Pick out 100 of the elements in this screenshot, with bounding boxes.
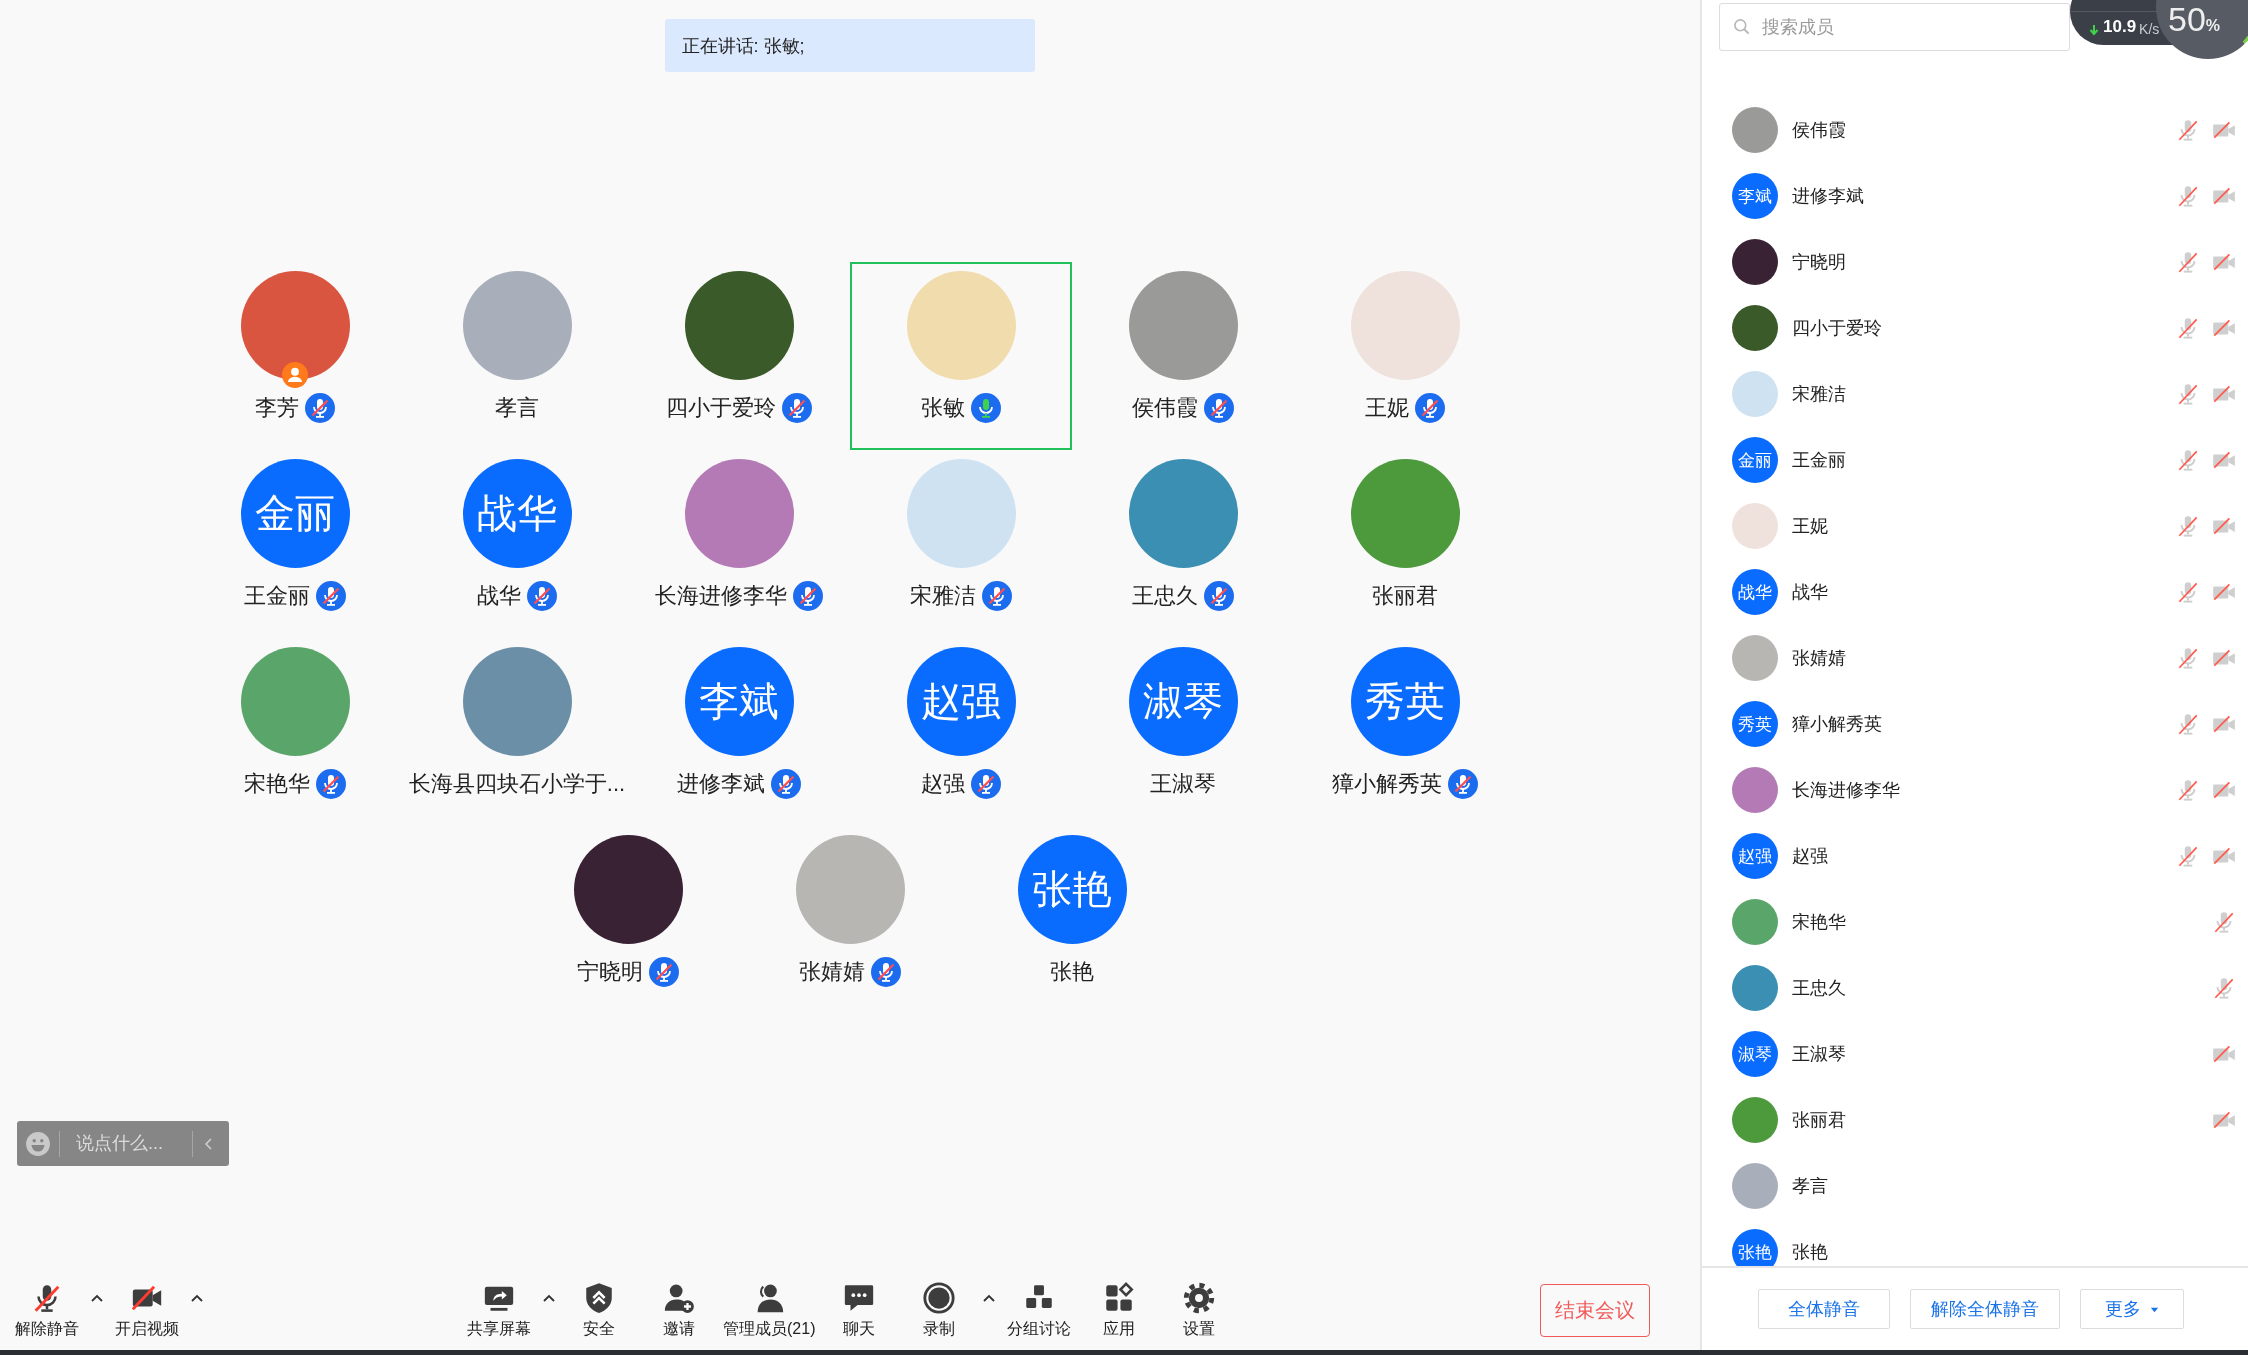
toolbar-button[interactable]: 分组讨论 — [999, 1280, 1080, 1340]
member-name: 四小于爱玲 — [1792, 317, 1883, 340]
participant-name: 獐小解秀英 — [1332, 770, 1442, 798]
avatar-initials: 战华 — [1732, 569, 1778, 615]
participant-tile[interactable]: 宁晓明 — [517, 826, 739, 1014]
member-row[interactable]: 赵强 赵强 — [1702, 823, 2248, 889]
member-row[interactable]: 张艳 张艳 — [1702, 1219, 2248, 1266]
participant-tile[interactable]: 王忠久 — [1072, 450, 1294, 638]
participant-tile[interactable]: 金丽 王金丽 — [184, 450, 406, 638]
member-row[interactable]: 孝言 — [1702, 1153, 2248, 1219]
participant-tile[interactable]: 宋雅洁 — [850, 450, 1072, 638]
participant-name: 王妮 — [1365, 394, 1409, 422]
usage-percent: 50 — [2168, 0, 2206, 39]
member-row[interactable]: 李斌 进修李斌 — [1702, 163, 2248, 229]
participant-name: 宁晓明 — [577, 958, 643, 986]
toolbar-button[interactable]: 邀请 — [639, 1280, 719, 1340]
participant-name: 王忠久 — [1132, 582, 1198, 610]
participant-tile[interactable]: 长海县四块石小学于... — [406, 638, 628, 826]
chat-input[interactable]: 说点什么... — [68, 1133, 184, 1154]
avatar-initials: 赵强 — [1732, 833, 1778, 879]
participant-tile[interactable]: 李芳 — [184, 262, 406, 450]
participant-tile[interactable]: 李斌 进修李斌 — [628, 638, 850, 826]
participant-name: 长海县四块石小学于... — [408, 770, 626, 798]
participant-tile[interactable]: 秀英 獐小解秀英 — [1294, 638, 1516, 826]
participant-tile[interactable]: 侯伟霞 — [1072, 262, 1294, 450]
gear-icon — [1182, 1280, 1217, 1315]
member-row[interactable]: 宁晓明 — [1702, 229, 2248, 295]
member-row[interactable]: 长海进修李华 — [1702, 757, 2248, 823]
participant-name: 侯伟霞 — [1132, 394, 1198, 422]
member-name: 宁晓明 — [1792, 251, 1847, 274]
member-name: 赵强 — [1792, 845, 1829, 868]
member-row[interactable]: 王忠久 — [1702, 955, 2248, 1021]
participant-name: 宋雅洁 — [910, 582, 976, 610]
member-row[interactable]: 淑琴 王淑琴 — [1702, 1021, 2248, 1087]
participant-tile[interactable]: 孝言 — [406, 262, 628, 450]
avatar-initials: 淑琴 — [1128, 647, 1238, 756]
footer-button[interactable]: 全体静音 — [1758, 1289, 1890, 1329]
footer-button[interactable]: 解除全体静音 — [1910, 1289, 2060, 1329]
search-icon — [1732, 17, 1752, 37]
speed-unit: K/s — [2139, 21, 2160, 37]
participant-name: 王淑琴 — [1150, 770, 1216, 798]
member-row[interactable]: 秀英 獐小解秀英 — [1702, 691, 2248, 757]
down-arrow-icon — [2088, 23, 2100, 37]
participant-tile[interactable]: 张丽君 — [1294, 450, 1516, 638]
toolbar-button[interactable]: 解除静音 — [7, 1280, 87, 1340]
participant-tile[interactable]: 张敏 — [850, 262, 1072, 450]
member-row[interactable]: 张婧婧 — [1702, 625, 2248, 691]
member-name: 战华 — [1792, 581, 1829, 604]
member-row[interactable]: 金丽 王金丽 — [1702, 427, 2248, 493]
toolbar-button[interactable]: 管理成员(21) — [719, 1280, 820, 1340]
participant-name: 张艳 — [1050, 958, 1094, 986]
member-row[interactable]: 四小于爱玲 — [1702, 295, 2248, 361]
member-row[interactable]: 张丽君 — [1702, 1087, 2248, 1153]
member-name: 獐小解秀英 — [1792, 713, 1883, 736]
toolbar-button[interactable]: 开启视频 — [107, 1280, 187, 1340]
avatar-initials: 张艳 — [1017, 835, 1127, 944]
participant-tile[interactable]: 战华 战华 — [406, 450, 628, 638]
member-name: 张艳 — [1792, 1241, 1829, 1264]
member-row[interactable]: 宋艳华 — [1702, 889, 2248, 955]
toolbar-button[interactable]: 应用 — [1079, 1280, 1160, 1340]
member-name: 进修李斌 — [1792, 185, 1865, 208]
member-name: 宋雅洁 — [1792, 383, 1847, 406]
toolbar-button[interactable]: 共享屏幕 — [459, 1280, 539, 1340]
toolbar-button[interactable]: 设置 — [1159, 1280, 1240, 1340]
toolbar-button[interactable]: 聊天 — [819, 1280, 900, 1340]
participant-name: 宋艳华 — [244, 770, 310, 798]
avatar-initials: 淑琴 — [1732, 1031, 1778, 1077]
participant-tile[interactable]: 张婧婧 — [739, 826, 961, 1014]
member-row[interactable]: 宋雅洁 — [1702, 361, 2248, 427]
member-name: 张丽君 — [1792, 1109, 1847, 1132]
toolbar-button[interactable]: 安全 — [559, 1280, 639, 1340]
participant-name: 王金丽 — [244, 582, 310, 610]
avatar-initials: 金丽 — [240, 459, 350, 568]
participant-name: 张丽君 — [1372, 582, 1438, 610]
participant-name: 李芳 — [255, 394, 299, 422]
avatar-initials: 张艳 — [1732, 1229, 1778, 1266]
member-row[interactable]: 侯伟霞 — [1702, 97, 2248, 163]
participant-tile[interactable]: 淑琴 王淑琴 — [1072, 638, 1294, 826]
participant-tile[interactable]: 宋艳华 — [184, 638, 406, 826]
avatar-initials: 秀英 — [1732, 701, 1778, 747]
toolbar-button[interactable]: 录制 — [899, 1280, 980, 1340]
member-row[interactable]: 战华 战华 — [1702, 559, 2248, 625]
avatar-initials: 秀英 — [1350, 647, 1460, 756]
participant-tile[interactable]: 赵强 赵强 — [850, 638, 1072, 826]
member-name: 王金丽 — [1792, 449, 1847, 472]
participant-tile[interactable]: 张艳 张艳 — [961, 826, 1183, 1014]
participant-tile[interactable]: 长海进修李华 — [628, 450, 850, 638]
participant-name: 张敏 — [921, 394, 965, 422]
participant-tile[interactable]: 四小于爱玲 — [628, 262, 850, 450]
footer-button[interactable]: 更多 — [2080, 1289, 2184, 1329]
avatar-initials: 李斌 — [684, 647, 794, 756]
member-name: 孝言 — [1792, 1175, 1829, 1198]
participant-tile[interactable]: 王妮 — [1294, 262, 1516, 450]
speaker-banner: 正在讲话: 张敏; — [664, 19, 1035, 72]
member-row[interactable]: 王妮 — [1702, 493, 2248, 559]
record-icon — [922, 1280, 957, 1315]
search-field[interactable]: 搜索成员 — [1719, 3, 2070, 51]
member-name: 王淑琴 — [1792, 1043, 1847, 1066]
chat-input-field[interactable]: 说点什么... — [17, 1121, 229, 1166]
avatar-initials: 金丽 — [1732, 437, 1778, 483]
